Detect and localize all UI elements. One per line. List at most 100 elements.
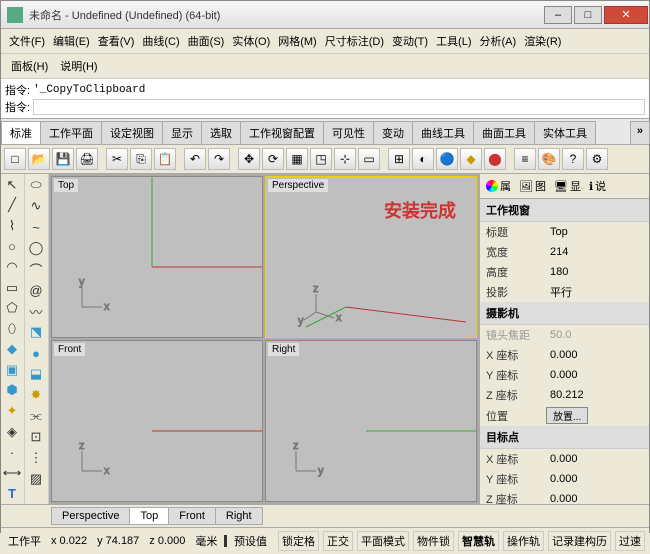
redo-icon[interactable]: ↷ <box>208 148 230 170</box>
offset-icon[interactable]: ⊡ <box>26 427 46 447</box>
curve-icon[interactable]: ∿ <box>26 196 46 216</box>
menu-help[interactable]: 说明(H) <box>54 56 103 76</box>
tube-icon[interactable]: ⬔ <box>26 322 46 342</box>
menu-render[interactable]: 渲染(R) <box>520 31 565 51</box>
spiral-icon[interactable]: @ <box>26 280 46 300</box>
menu-surface[interactable]: 曲面(S) <box>184 31 229 51</box>
arc2-icon[interactable]: ⌒ <box>26 259 46 279</box>
view-tab-front[interactable]: Front <box>168 507 216 525</box>
viewport-right[interactable]: Right yz <box>265 340 477 502</box>
prop-title[interactable]: Top <box>546 226 643 238</box>
menu-file[interactable]: 文件(F) <box>5 31 49 51</box>
paste-icon[interactable]: 📋 <box>154 148 176 170</box>
prop-tgt-x[interactable]: 0.000 <box>546 453 643 465</box>
minimize-button[interactable]: – <box>544 6 572 24</box>
rect-icon[interactable]: ▭ <box>2 278 22 298</box>
open-icon[interactable]: 📂 <box>28 148 50 170</box>
status-layer[interactable]: 预设值 <box>231 532 270 550</box>
grid-icon[interactable]: ▦ <box>286 148 308 170</box>
menu-panel[interactable]: 面板(H) <box>5 56 54 76</box>
prop-width[interactable]: 214 <box>546 246 643 258</box>
tab-cplane[interactable]: 工作平面 <box>40 121 102 144</box>
rotate-icon[interactable]: ⟳ <box>262 148 284 170</box>
circle-icon[interactable]: ○ <box>2 237 22 257</box>
place-camera-button[interactable]: 放置... <box>546 407 588 424</box>
maximize-button[interactable]: □ <box>574 6 602 24</box>
tab-viewport-layout[interactable]: 工作视窗配置 <box>240 121 324 144</box>
status-units[interactable]: 毫米 <box>192 532 220 550</box>
close-button[interactable]: ✕ <box>604 6 648 24</box>
menu-mesh[interactable]: 网格(M) <box>274 31 321 51</box>
status-planar[interactable]: 平面模式 <box>357 531 409 551</box>
tab-display[interactable]: 显示 <box>162 121 202 144</box>
view-tab-right[interactable]: Right <box>215 507 263 525</box>
render-icon[interactable]: 🔵 <box>436 148 458 170</box>
arc-icon[interactable]: ◠ <box>2 257 22 277</box>
pointer-icon[interactable]: ↖ <box>2 175 22 195</box>
menu-analyze[interactable]: 分析(A) <box>476 31 521 51</box>
transform-icon[interactable]: ◈ <box>2 422 22 442</box>
panel-tab-display[interactable]: 🖥显 <box>550 176 585 196</box>
panel-tab-layers[interactable]: 🖼图 <box>515 176 550 196</box>
viewport-top[interactable]: Top xy <box>51 176 263 338</box>
tool-b-icon[interactable]: ⬤ <box>484 148 506 170</box>
tab-solid-tools[interactable]: 实体工具 <box>534 121 596 144</box>
cut-icon[interactable]: ✂ <box>106 148 128 170</box>
save-icon[interactable]: 💾 <box>52 148 74 170</box>
layers-icon[interactable]: ≡ <box>514 148 536 170</box>
viewport-4-icon[interactable]: ⊞ <box>388 148 410 170</box>
shade-icon[interactable]: ◐ <box>412 148 434 170</box>
copy-icon[interactable]: ⎘ <box>130 148 152 170</box>
viewport-front-label[interactable]: Front <box>54 343 85 356</box>
tab-transform[interactable]: 变动 <box>373 121 413 144</box>
circle2-icon[interactable]: ◯ <box>26 238 46 258</box>
box-icon[interactable]: ▣ <box>2 360 22 380</box>
point-icon[interactable]: · <box>2 442 22 462</box>
cplane-icon[interactable]: ◳ <box>310 148 332 170</box>
menu-solid[interactable]: 实体(O) <box>228 31 274 51</box>
status-gumball[interactable]: 操作轨 <box>503 531 544 551</box>
status-record[interactable]: 记录建构历 <box>548 531 611 551</box>
viewport-persp-label[interactable]: Perspective <box>268 179 328 192</box>
join-icon[interactable]: ⫘ <box>26 406 46 426</box>
properties-icon[interactable]: 🎨 <box>538 148 560 170</box>
viewport-front[interactable]: Front xz <box>51 340 263 502</box>
menu-view[interactable]: 查看(V) <box>94 31 139 51</box>
status-ortho[interactable]: 正交 <box>323 531 353 551</box>
prop-cam-x[interactable]: 0.000 <box>546 349 643 361</box>
view-tab-perspective[interactable]: Perspective <box>51 507 130 525</box>
menu-edit[interactable]: 编辑(E) <box>49 31 94 51</box>
cylinder-icon[interactable]: ⬓ <box>26 364 46 384</box>
text-icon[interactable]: T <box>2 483 22 503</box>
print-icon[interactable]: 🖨 <box>76 148 98 170</box>
command-input[interactable] <box>33 99 645 115</box>
explode-icon[interactable]: ✸ <box>26 385 46 405</box>
move-icon[interactable]: ✥ <box>238 148 260 170</box>
status-gridsnap[interactable]: 锁定格 <box>278 531 319 551</box>
status-osnap[interactable]: 物件锁 <box>413 531 454 551</box>
prop-height[interactable]: 180 <box>546 266 643 278</box>
help-icon[interactable]: ? <box>562 148 584 170</box>
prop-cam-y[interactable]: 0.000 <box>546 369 643 381</box>
viewport-right-label[interactable]: Right <box>268 343 299 356</box>
options-icon[interactable]: ⚙ <box>586 148 608 170</box>
tab-visibility[interactable]: 可见性 <box>323 121 374 144</box>
views-icon[interactable]: ▭ <box>358 148 380 170</box>
solid-icon[interactable]: ⬢ <box>2 381 22 401</box>
new-icon[interactable]: □ <box>4 148 26 170</box>
tab-standard[interactable]: 标准 <box>1 121 41 144</box>
prop-projection[interactable]: 平行 <box>546 284 643 300</box>
axis-icon[interactable]: ⊹ <box>334 148 356 170</box>
polyline-icon[interactable]: ⌇ <box>2 216 22 236</box>
menu-transform[interactable]: 变动(T) <box>388 31 432 51</box>
menu-dimension[interactable]: 尺寸标注(D) <box>321 31 388 51</box>
status-cplane[interactable]: 工作平 <box>5 532 44 550</box>
surface-icon[interactable]: ◆ <box>2 340 22 360</box>
tab-select[interactable]: 选取 <box>201 121 241 144</box>
array-icon[interactable]: ⋮ <box>26 448 46 468</box>
prop-tgt-y[interactable]: 0.000 <box>546 473 643 485</box>
hatch-icon[interactable]: ▨ <box>26 469 46 489</box>
tool-a-icon[interactable]: ◆ <box>460 148 482 170</box>
layer-color-icon[interactable] <box>224 535 227 547</box>
undo-icon[interactable]: ↶ <box>184 148 206 170</box>
